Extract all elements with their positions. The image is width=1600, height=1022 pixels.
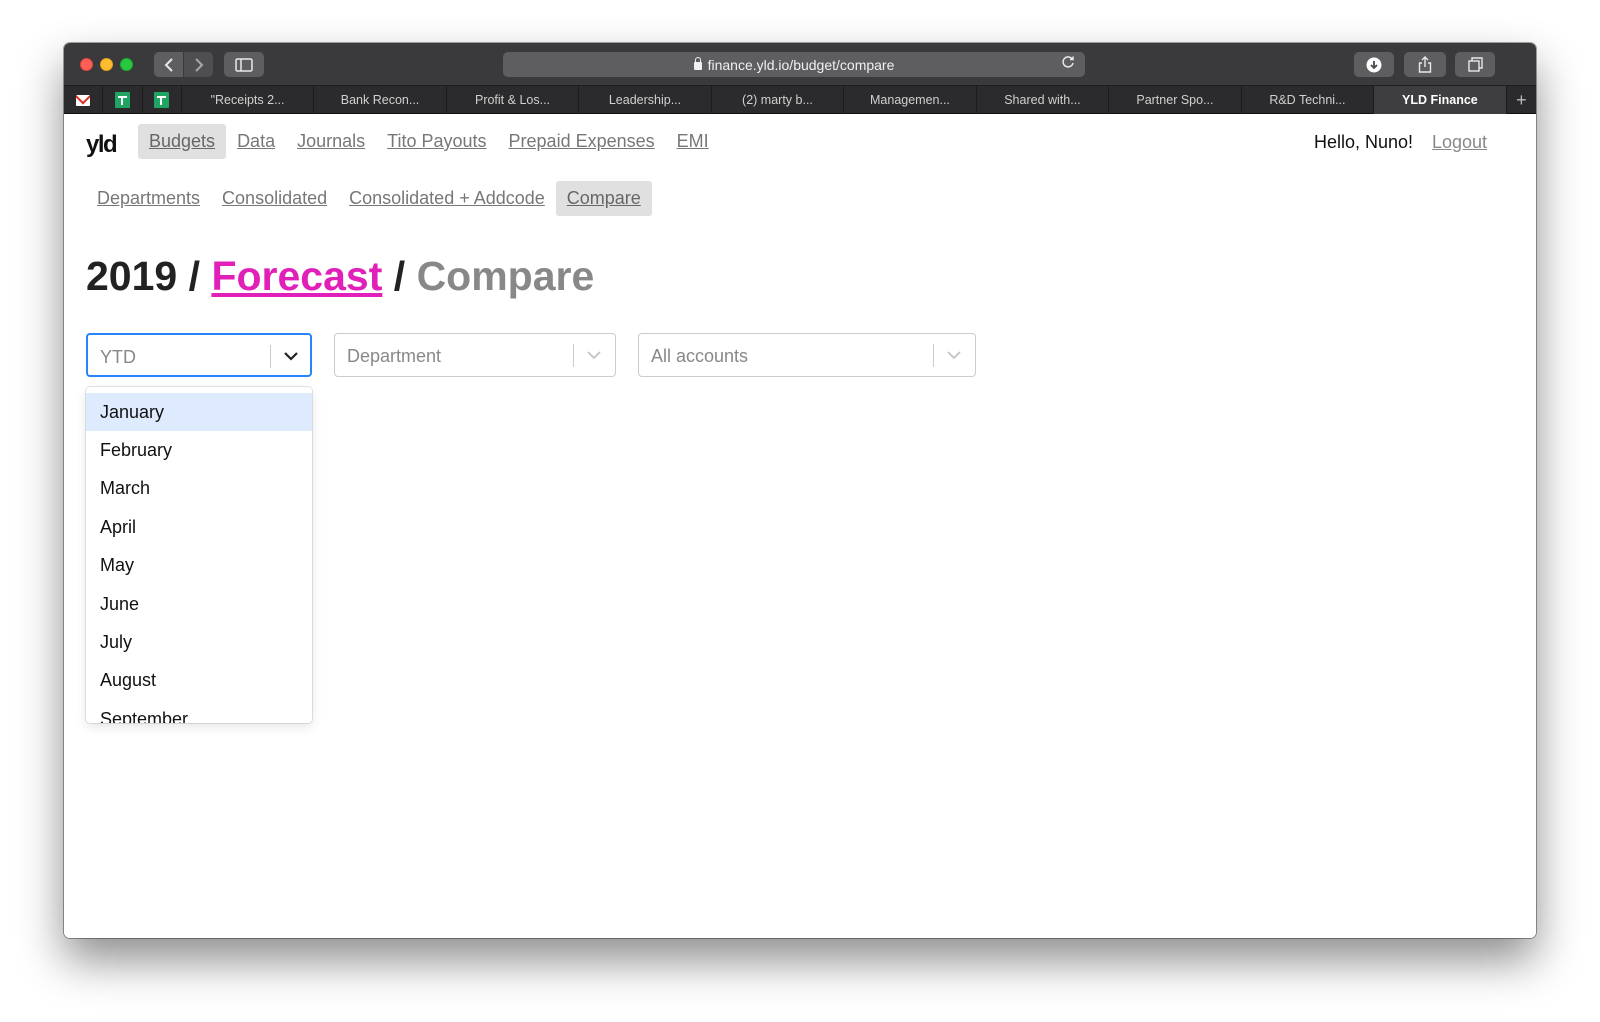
browser-window: finance.yld.io/budget/compare "Receipts … bbox=[64, 43, 1536, 938]
share-icon bbox=[1418, 56, 1432, 73]
url-text: finance.yld.io/budget/compare bbox=[707, 56, 895, 73]
nav-tito-payouts[interactable]: Tito Payouts bbox=[376, 124, 497, 159]
period-dropdown-menu: January February March April May June Ju… bbox=[86, 387, 312, 723]
history-nav bbox=[154, 52, 213, 77]
select-divider bbox=[270, 345, 271, 368]
tab-overview-button[interactable] bbox=[1455, 52, 1495, 77]
minimize-window-button[interactable] bbox=[100, 58, 113, 71]
nav-emi[interactable]: EMI bbox=[666, 124, 720, 159]
back-button[interactable] bbox=[154, 52, 183, 77]
breadcrumb-forecast-link[interactable]: Forecast bbox=[211, 253, 382, 299]
sub-nav: Departments Consolidated Consolidated + … bbox=[86, 181, 652, 216]
browser-tab[interactable]: Leadership... bbox=[579, 86, 712, 114]
pinned-tab-sheets-1[interactable] bbox=[103, 86, 143, 114]
address-bar[interactable]: finance.yld.io/budget/compare bbox=[503, 52, 1085, 77]
app-logo[interactable]: yld bbox=[86, 131, 118, 159]
browser-tab[interactable]: Profit & Los... bbox=[447, 86, 580, 114]
browser-tab[interactable]: Managemen... bbox=[844, 86, 977, 114]
nav-data[interactable]: Data bbox=[226, 124, 286, 159]
subnav-consolidated-addcode[interactable]: Consolidated + Addcode bbox=[338, 181, 556, 216]
user-greeting: Hello, Nuno! bbox=[1314, 132, 1414, 152]
browser-tab[interactable]: Partner Spo... bbox=[1109, 86, 1242, 114]
tab-strip: "Receipts 2... Bank Recon... Profit & Lo… bbox=[64, 86, 1536, 114]
browser-tab[interactable]: Shared with... bbox=[977, 86, 1110, 114]
google-sheets-icon bbox=[114, 92, 130, 108]
breadcrumb: 2019 / Forecast / Compare bbox=[86, 253, 594, 300]
gmail-icon bbox=[76, 94, 91, 106]
page-content: yld Budgets Data Journals Tito Payouts P… bbox=[64, 114, 1536, 938]
subnav-compare[interactable]: Compare bbox=[555, 181, 652, 216]
browser-toolbar: finance.yld.io/budget/compare bbox=[64, 43, 1536, 86]
new-tab-button[interactable]: + bbox=[1507, 86, 1536, 114]
period-option-january[interactable]: January bbox=[86, 393, 312, 432]
browser-tab[interactable]: R&D Techni... bbox=[1242, 86, 1375, 114]
sidebar-toggle-button[interactable] bbox=[224, 52, 264, 77]
nav-prepaid-expenses[interactable]: Prepaid Expenses bbox=[498, 124, 666, 159]
zoom-window-button[interactable] bbox=[120, 58, 133, 71]
forward-button[interactable] bbox=[184, 52, 213, 77]
logout-link[interactable]: Logout bbox=[1432, 132, 1487, 153]
main-nav: Budgets Data Journals Tito Payouts Prepa… bbox=[138, 124, 720, 159]
department-select-placeholder: Department bbox=[347, 346, 442, 366]
google-sheets-icon bbox=[154, 92, 170, 108]
browser-tab[interactable]: (2) marty b... bbox=[712, 86, 845, 114]
pinned-tab-gmail[interactable] bbox=[64, 86, 104, 114]
subnav-consolidated[interactable]: Consolidated bbox=[211, 181, 338, 216]
chevron-down-icon[interactable] bbox=[945, 347, 963, 363]
browser-tab[interactable]: Bank Recon... bbox=[314, 86, 447, 114]
pinned-tab-sheets-2[interactable] bbox=[143, 86, 182, 114]
nav-journals[interactable]: Journals bbox=[286, 124, 376, 159]
share-button[interactable] bbox=[1404, 52, 1446, 77]
download-icon bbox=[1366, 57, 1382, 72]
chevron-down-icon[interactable] bbox=[585, 347, 603, 363]
period-option-may[interactable]: May bbox=[86, 547, 312, 585]
breadcrumb-year: 2019 bbox=[86, 253, 178, 299]
period-option-august[interactable]: August bbox=[86, 662, 312, 700]
period-select[interactable]: YTD bbox=[86, 333, 312, 377]
accounts-select[interactable]: All accounts bbox=[638, 333, 976, 377]
nav-budgets[interactable]: Budgets bbox=[138, 124, 227, 159]
tabs-icon bbox=[1467, 57, 1483, 72]
browser-tab-active[interactable]: YLD Finance bbox=[1374, 86, 1507, 114]
period-option-july[interactable]: July bbox=[86, 623, 312, 661]
breadcrumb-separator: / bbox=[188, 253, 201, 299]
subnav-departments[interactable]: Departments bbox=[86, 181, 211, 216]
period-option-april[interactable]: April bbox=[86, 508, 312, 546]
browser-tab[interactable]: "Receipts 2... bbox=[182, 86, 315, 114]
breadcrumb-separator: / bbox=[393, 253, 406, 299]
lock-icon bbox=[693, 56, 702, 70]
breadcrumb-current: Compare bbox=[416, 253, 595, 299]
sidebar-icon bbox=[235, 57, 253, 72]
downloads-button[interactable] bbox=[1354, 52, 1394, 77]
period-option-june[interactable]: June bbox=[86, 585, 312, 623]
desktop: finance.yld.io/budget/compare "Receipts … bbox=[0, 0, 1600, 1022]
chevron-right-icon bbox=[194, 57, 203, 72]
period-option-march[interactable]: March bbox=[86, 470, 312, 508]
select-divider bbox=[933, 344, 934, 367]
chevron-down-icon[interactable] bbox=[282, 348, 300, 364]
period-select-value: YTD bbox=[100, 347, 136, 367]
reload-icon[interactable] bbox=[1061, 55, 1075, 73]
accounts-select-value: All accounts bbox=[651, 346, 749, 366]
select-divider bbox=[573, 344, 574, 367]
department-select[interactable]: Department bbox=[334, 333, 616, 377]
period-option-september[interactable]: September bbox=[86, 700, 312, 723]
chevron-left-icon bbox=[164, 57, 173, 72]
close-window-button[interactable] bbox=[80, 58, 93, 71]
period-option-february[interactable]: February bbox=[86, 431, 312, 469]
